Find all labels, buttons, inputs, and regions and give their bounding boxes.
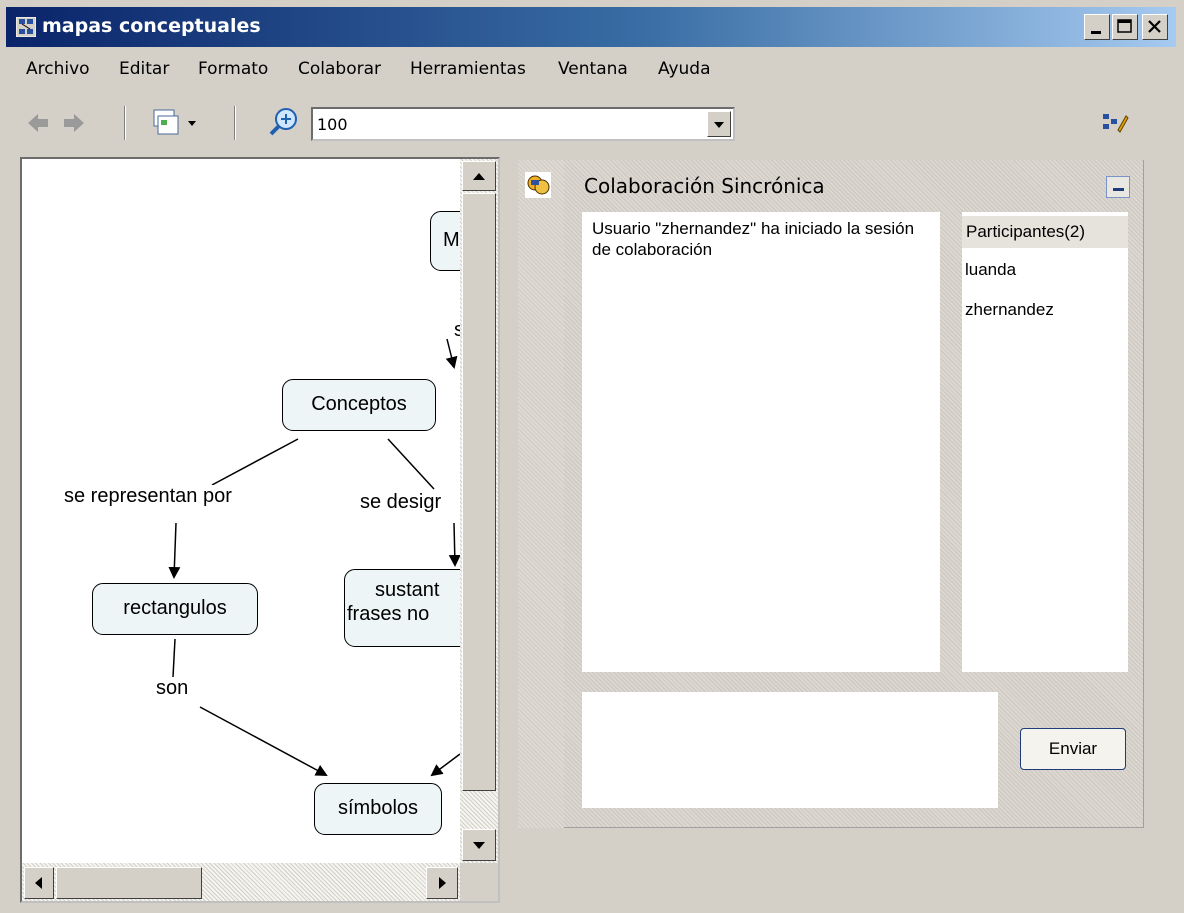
menu-bar: Archivo Editar Formato Colaborar Herrami…	[6, 52, 1176, 88]
minimize-icon	[1091, 31, 1101, 34]
scroll-up-icon	[473, 173, 485, 180]
scroll-right-icon	[439, 877, 446, 889]
link-phrase-son[interactable]: son	[156, 677, 189, 700]
participants-list[interactable]: Participantes(2) luanda zhernandez	[962, 212, 1128, 672]
maximize-icon	[1117, 19, 1132, 33]
concept-node-rectangulos[interactable]: rectangulos	[92, 583, 258, 635]
window-title: mapas conceptuales	[42, 15, 261, 37]
close-icon	[1148, 20, 1161, 33]
menu-ventana[interactable]: Ventana	[558, 59, 628, 79]
concept-node-conceptos[interactable]: Conceptos	[282, 379, 436, 431]
toolbar	[6, 92, 1176, 154]
minimize-button[interactable]	[1084, 14, 1110, 40]
zoom-in-icon[interactable]	[268, 106, 300, 138]
back-arrow-icon[interactable]	[26, 112, 50, 134]
collaboration-title: Colaboración Sincrónica	[584, 174, 825, 198]
minimize-icon	[1113, 188, 1124, 191]
participant-item[interactable]: luanda	[965, 260, 1016, 280]
menu-ayuda[interactable]: Ayuda	[658, 59, 711, 79]
maximize-button[interactable]	[1112, 14, 1138, 40]
zoom-combo[interactable]	[311, 107, 735, 141]
concept-map-icon	[16, 17, 36, 37]
scroll-right-button[interactable]	[426, 867, 458, 899]
menu-archivo[interactable]: Archivo	[26, 59, 90, 79]
menu-editar[interactable]: Editar	[119, 59, 169, 79]
zoom-dropdown-button[interactable]	[707, 111, 731, 137]
scroll-down-icon	[473, 842, 485, 849]
panel-minimize-button[interactable]	[1106, 176, 1130, 198]
participant-item[interactable]: zhernandez	[965, 300, 1054, 320]
collaboration-side-strip	[518, 160, 564, 828]
zoom-input[interactable]	[317, 114, 697, 134]
vertical-scroll-thumb[interactable]	[462, 193, 496, 791]
close-button[interactable]	[1142, 14, 1168, 40]
chat-log-message: Usuario "zhernandez" ha iniciado la sesi…	[592, 219, 915, 259]
scroll-up-button[interactable]	[462, 161, 496, 191]
forward-arrow-icon[interactable]	[62, 112, 86, 134]
chat-log[interactable]: Usuario "zhernandez" ha iniciado la sesi…	[582, 212, 940, 672]
toolbar-separator	[124, 106, 126, 140]
menu-formato[interactable]: Formato	[198, 59, 268, 79]
collaboration-icon[interactable]	[525, 172, 551, 198]
chevron-down-icon	[714, 122, 724, 128]
message-input[interactable]	[582, 692, 998, 808]
horizontal-scroll-thumb[interactable]	[56, 867, 202, 899]
collaboration-panel: Colaboración Sincrónica Usuario "zhernan…	[518, 160, 1144, 828]
concept-node-simbolos[interactable]: símbolos	[314, 783, 442, 835]
scrollbar-corner	[460, 863, 498, 901]
menu-herramientas[interactable]: Herramientas	[410, 59, 526, 79]
view-menu-icon[interactable]	[152, 108, 202, 138]
toolbar-separator	[234, 106, 236, 140]
link-phrase-se-designan[interactable]: se desigr	[360, 491, 442, 514]
participants-header: Participantes(2)	[962, 216, 1128, 248]
title-bar[interactable]: mapas conceptuales	[6, 7, 1176, 47]
vertical-scrollbar[interactable]	[460, 159, 498, 863]
send-button[interactable]: Enviar	[1020, 728, 1126, 770]
scroll-down-button[interactable]	[462, 829, 496, 861]
edit-tools-icon[interactable]	[1100, 110, 1130, 136]
scroll-left-button[interactable]	[24, 867, 54, 899]
concept-map-canvas[interactable]: M Conceptos rectangulos sustant frases n…	[20, 157, 500, 903]
menu-colaborar[interactable]: Colaborar	[298, 59, 381, 79]
scroll-left-icon	[35, 877, 42, 889]
horizontal-scrollbar[interactable]	[22, 863, 460, 901]
link-phrase-se-representan[interactable]: se representan por	[64, 485, 232, 508]
